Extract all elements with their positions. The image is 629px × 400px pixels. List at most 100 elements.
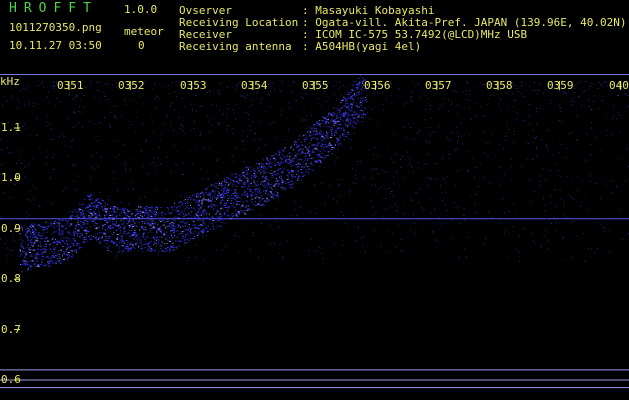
noise-speckle (341, 94, 343, 96)
signal-point (291, 160, 294, 162)
signal-point (58, 223, 60, 225)
signal-point (160, 217, 162, 219)
signal-point (104, 204, 106, 206)
signal-point (36, 255, 38, 257)
noise-speckle (447, 154, 449, 156)
signal-point (232, 185, 234, 187)
signal-point (333, 123, 335, 125)
signal-point (30, 239, 32, 241)
noise-speckle (156, 95, 158, 97)
noise-speckle (560, 121, 562, 123)
signal-point (29, 229, 30, 231)
signal-point (172, 243, 174, 244)
signal-point (286, 158, 288, 160)
noise-speckle (435, 178, 437, 180)
noise-speckle (351, 167, 353, 169)
noise-speckle (72, 139, 74, 141)
noise-speckle (544, 204, 546, 206)
signal-point (326, 134, 328, 136)
signal-point (254, 194, 257, 196)
signal-point (235, 196, 237, 198)
signal-point (107, 237, 109, 239)
signal-point (169, 212, 172, 214)
signal-point (349, 96, 352, 98)
noise-speckle (462, 91, 464, 93)
noise-speckle (144, 208, 146, 210)
noise-speckle (616, 118, 618, 120)
noise-speckle (176, 151, 178, 153)
signal-point (284, 160, 287, 162)
signal-point (323, 149, 325, 151)
signal-point (151, 220, 154, 222)
signal-point (357, 97, 359, 99)
noise-speckle (554, 163, 556, 165)
noise-speckle (427, 153, 429, 155)
signal-point (165, 228, 166, 229)
noise-speckle (418, 83, 419, 85)
noise-speckle (444, 192, 446, 194)
signal-point (272, 197, 274, 199)
noise-speckle (485, 142, 487, 144)
signal-point (343, 139, 345, 141)
noise-speckle (414, 222, 415, 224)
signal-point (254, 191, 256, 193)
signal-point (296, 158, 298, 160)
noise-speckle (36, 134, 38, 136)
signal-point (220, 218, 222, 220)
noise-speckle (347, 226, 349, 228)
signal-point (61, 235, 62, 237)
noise-speckle (73, 164, 75, 165)
signal-point (148, 217, 150, 219)
signal-point (325, 122, 328, 124)
noise-speckle (600, 198, 602, 200)
signal-point (187, 199, 189, 201)
noise-speckle (619, 114, 621, 116)
noise-speckle (464, 248, 466, 250)
signal-point (233, 180, 235, 182)
signal-point (336, 142, 338, 144)
signal-point (258, 184, 259, 186)
signal-point (22, 259, 25, 261)
signal-point (171, 227, 174, 229)
noise-speckle (69, 211, 71, 213)
signal-point (135, 243, 137, 245)
signal-point (343, 115, 346, 117)
signal-point (98, 236, 100, 238)
signal-point (234, 176, 237, 178)
signal-point (105, 236, 107, 238)
signal-point (234, 206, 236, 208)
signal-point (101, 228, 103, 230)
noise-speckle (599, 223, 601, 225)
noise-speckle (78, 106, 80, 108)
signal-point (197, 202, 199, 203)
signal-point (302, 135, 304, 137)
signal-point (109, 218, 111, 220)
signal-point (234, 209, 236, 211)
noise-speckle (0, 138, 2, 140)
noise-speckle (539, 175, 541, 177)
signal-point (235, 213, 237, 215)
signal-point (98, 226, 100, 228)
signal-point (225, 203, 227, 205)
noise-speckle (75, 97, 77, 99)
noise-speckle (73, 181, 75, 183)
signal-point (163, 222, 165, 224)
signal-point (84, 198, 86, 200)
signal-point (73, 234, 75, 236)
noise-speckle (411, 96, 413, 97)
noise-speckle (458, 256, 460, 258)
signal-point (63, 259, 65, 260)
noise-speckle (542, 92, 544, 94)
noise-speckle (573, 91, 575, 93)
signal-point (282, 187, 284, 189)
signal-point (194, 227, 196, 229)
signal-point (123, 211, 125, 213)
signal-point (73, 230, 75, 232)
signal-point (147, 249, 150, 251)
noise-speckle (581, 201, 583, 203)
signal-point (331, 128, 333, 130)
signal-point (233, 207, 235, 209)
signal-point (298, 170, 299, 172)
signal-point (259, 171, 262, 173)
noise-speckle (504, 212, 505, 214)
